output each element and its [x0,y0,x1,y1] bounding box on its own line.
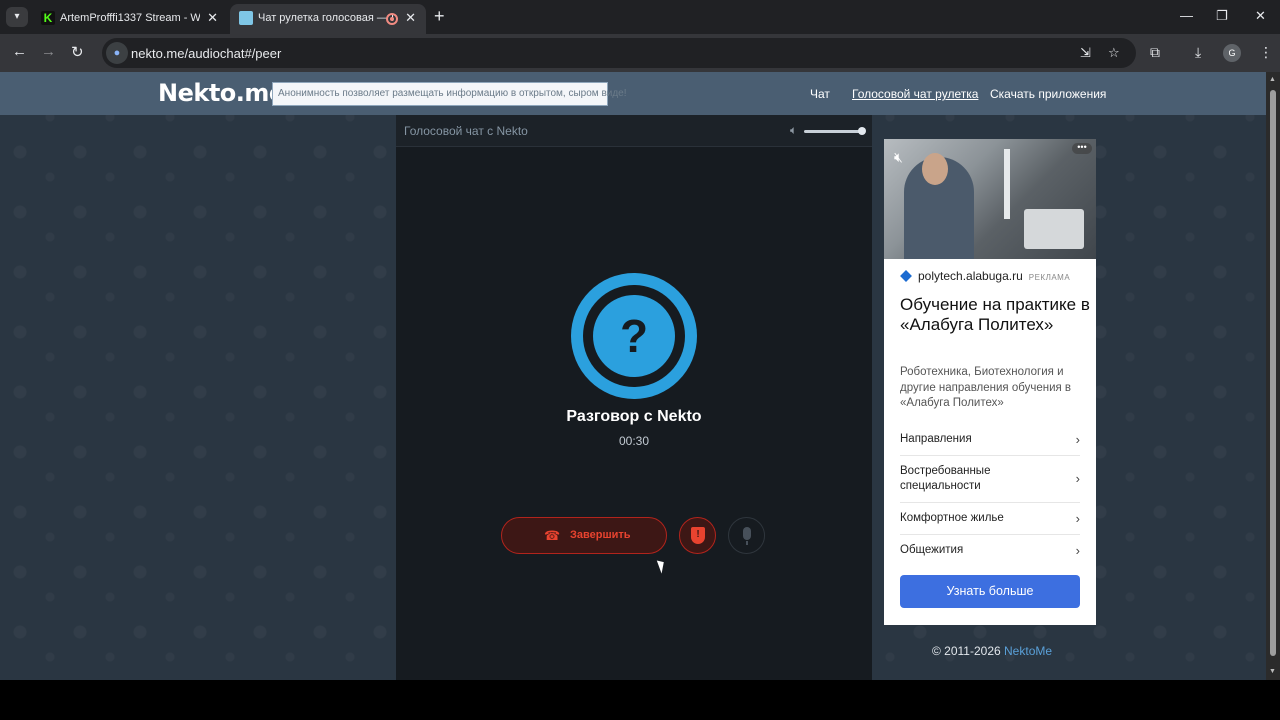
tab-close-icon[interactable]: ✕ [207,10,218,26]
url-text: nekto.me/audiochat#/peer [131,46,282,61]
chevron-right-icon: › [1075,471,1080,486]
bookmark-star-icon[interactable]: ☆ [1108,45,1120,61]
address-bar[interactable]: ● nekto.me/audiochat#/peer ⇲ ☆ [102,38,1136,68]
chevron-right-icon: › [1075,510,1080,526]
back-icon[interactable]: ← [12,43,27,60]
peer-avatar: ? [571,273,697,399]
shield-icon: ! [691,527,705,544]
tab-stream[interactable]: K ArtemProfffi1337 Stream - Wato ✕ [32,4,228,34]
ad-headline[interactable]: Обучение на практике в «Алабуга Политех» [900,295,1090,335]
ad-link-housing[interactable]: Комфортное жилье › [900,503,1080,535]
recording-indicator-icon [386,13,398,25]
question-mark-icon: ? [593,295,675,377]
tab-title: Чат рулетка голосовая — I [258,12,395,24]
site-info-icon[interactable]: ● [106,42,128,64]
ad-link-dormitories[interactable]: Общежития › [900,535,1080,566]
volume-icon[interactable]: 🔈︎ [790,123,797,138]
browser-menu-icon[interactable]: ⋮ [1259,44,1273,61]
copyright-text: © 2011-2026 [932,644,1001,658]
phone-hangup-icon: ☎︎ [544,528,561,543]
downloads-icon[interactable]: ⤓ [1195,44,1201,61]
browser-toolbar: ← → ↻ ● nekto.me/audiochat#/peer ⇲ ☆ ⧉ ⤓… [0,34,1280,72]
report-button[interactable]: ! [679,517,716,554]
nekto-favicon-icon [239,11,253,25]
voice-chat-panel: Голосовой чат с Nekto 🔈︎ ? Разговор с Ne… [396,115,872,680]
volume-slider[interactable] [804,130,862,133]
new-tab-button[interactable]: + [434,6,445,27]
site-header: Nekto.me Анонимность позволяет размещать… [0,72,1266,115]
end-call-label: Завершить [570,529,631,541]
tab-search-button[interactable]: ▾ [6,7,28,27]
ad-link-directions[interactable]: Направления › [900,424,1080,456]
ad-video[interactable]: 🔇︎ ••• [884,139,1096,259]
ad-link-specialties[interactable]: Востребованные специальности › [900,456,1080,503]
extensions-icon[interactable]: ⧉ [1150,44,1160,61]
mute-microphone-button[interactable] [728,517,765,554]
reload-icon[interactable]: ↻ [71,43,84,61]
forward-icon[interactable]: → [41,43,56,60]
chat-panel-title: Голосовой чат с Nekto [404,124,528,138]
scroll-up-icon[interactable]: ▲ [1269,76,1276,83]
close-window-button[interactable]: ✕ [1255,8,1266,24]
site-logo[interactable]: Nekto.me [158,79,285,107]
scrollbar-thumb[interactable] [1270,90,1276,656]
tab-close-icon[interactable]: ✕ [405,10,416,26]
chevron-right-icon: › [1075,431,1080,447]
end-call-button[interactable]: ☎︎ Завершить [501,517,667,554]
site-footer: © 2011-2026 NektoMe [932,644,1052,658]
ad-options-icon[interactable]: ••• [1072,143,1092,154]
nav-download-apps[interactable]: Скачать приложения [990,87,1106,101]
footer-link[interactable]: NektoMe [1004,644,1052,658]
page-scrollbar[interactable]: ▲ ▼ [1266,72,1280,680]
tab-nekto[interactable]: Чат рулетка голосовая — I ✕ [230,4,426,34]
conversation-title: Разговор с Nekto [566,408,702,425]
info-banner: Анонимность позволяет размещать информац… [272,82,627,106]
nav-chat[interactable]: Чат [810,87,830,101]
chat-panel-header: Голосовой чат с Nekto 🔈︎ [396,115,872,147]
chevron-right-icon: › [1075,542,1080,558]
bottom-letterbox [0,680,1280,720]
tab-title: ArtemProfffi1337 Stream - Wato [60,12,200,24]
advertisement[interactable]: 🔇︎ ••• polytech.alabuga.ru РЕКЛАМА Обучен… [884,139,1096,625]
ad-label: РЕКЛАМА [1028,273,1071,282]
kick-favicon-icon: K [41,11,55,25]
profile-avatar[interactable]: G [1223,44,1241,62]
ad-brand-icon [900,270,912,282]
volume-slider-handle[interactable] [858,127,866,135]
nav-voice-chat[interactable]: Голосовой чат рулетка [852,87,978,101]
ad-links: Направления › Востребованные специальност… [900,424,1080,566]
install-app-icon[interactable]: ⇲ [1080,45,1091,61]
muted-speaker-icon[interactable]: 🔇︎ [894,149,903,166]
ad-learn-more-button[interactable]: Узнать больше [900,575,1080,608]
minimize-button[interactable]: — [1180,8,1193,23]
page-content: Nekto.me Анонимность позволяет размещать… [0,72,1266,680]
call-timer: 00:30 [618,434,650,448]
browser-tab-strip: ▾ K ArtemProfffi1337 Stream - Wato ✕ Чат… [0,0,1280,34]
scroll-down-icon[interactable]: ▼ [1269,668,1276,675]
ad-domain[interactable]: polytech.alabuga.ru РЕКЛАМА [900,269,1070,283]
microphone-icon [743,527,751,540]
ad-description: Роботехника, Биотехнология и другие напр… [900,366,1072,409]
maximize-button[interactable]: ❐ [1216,8,1228,24]
